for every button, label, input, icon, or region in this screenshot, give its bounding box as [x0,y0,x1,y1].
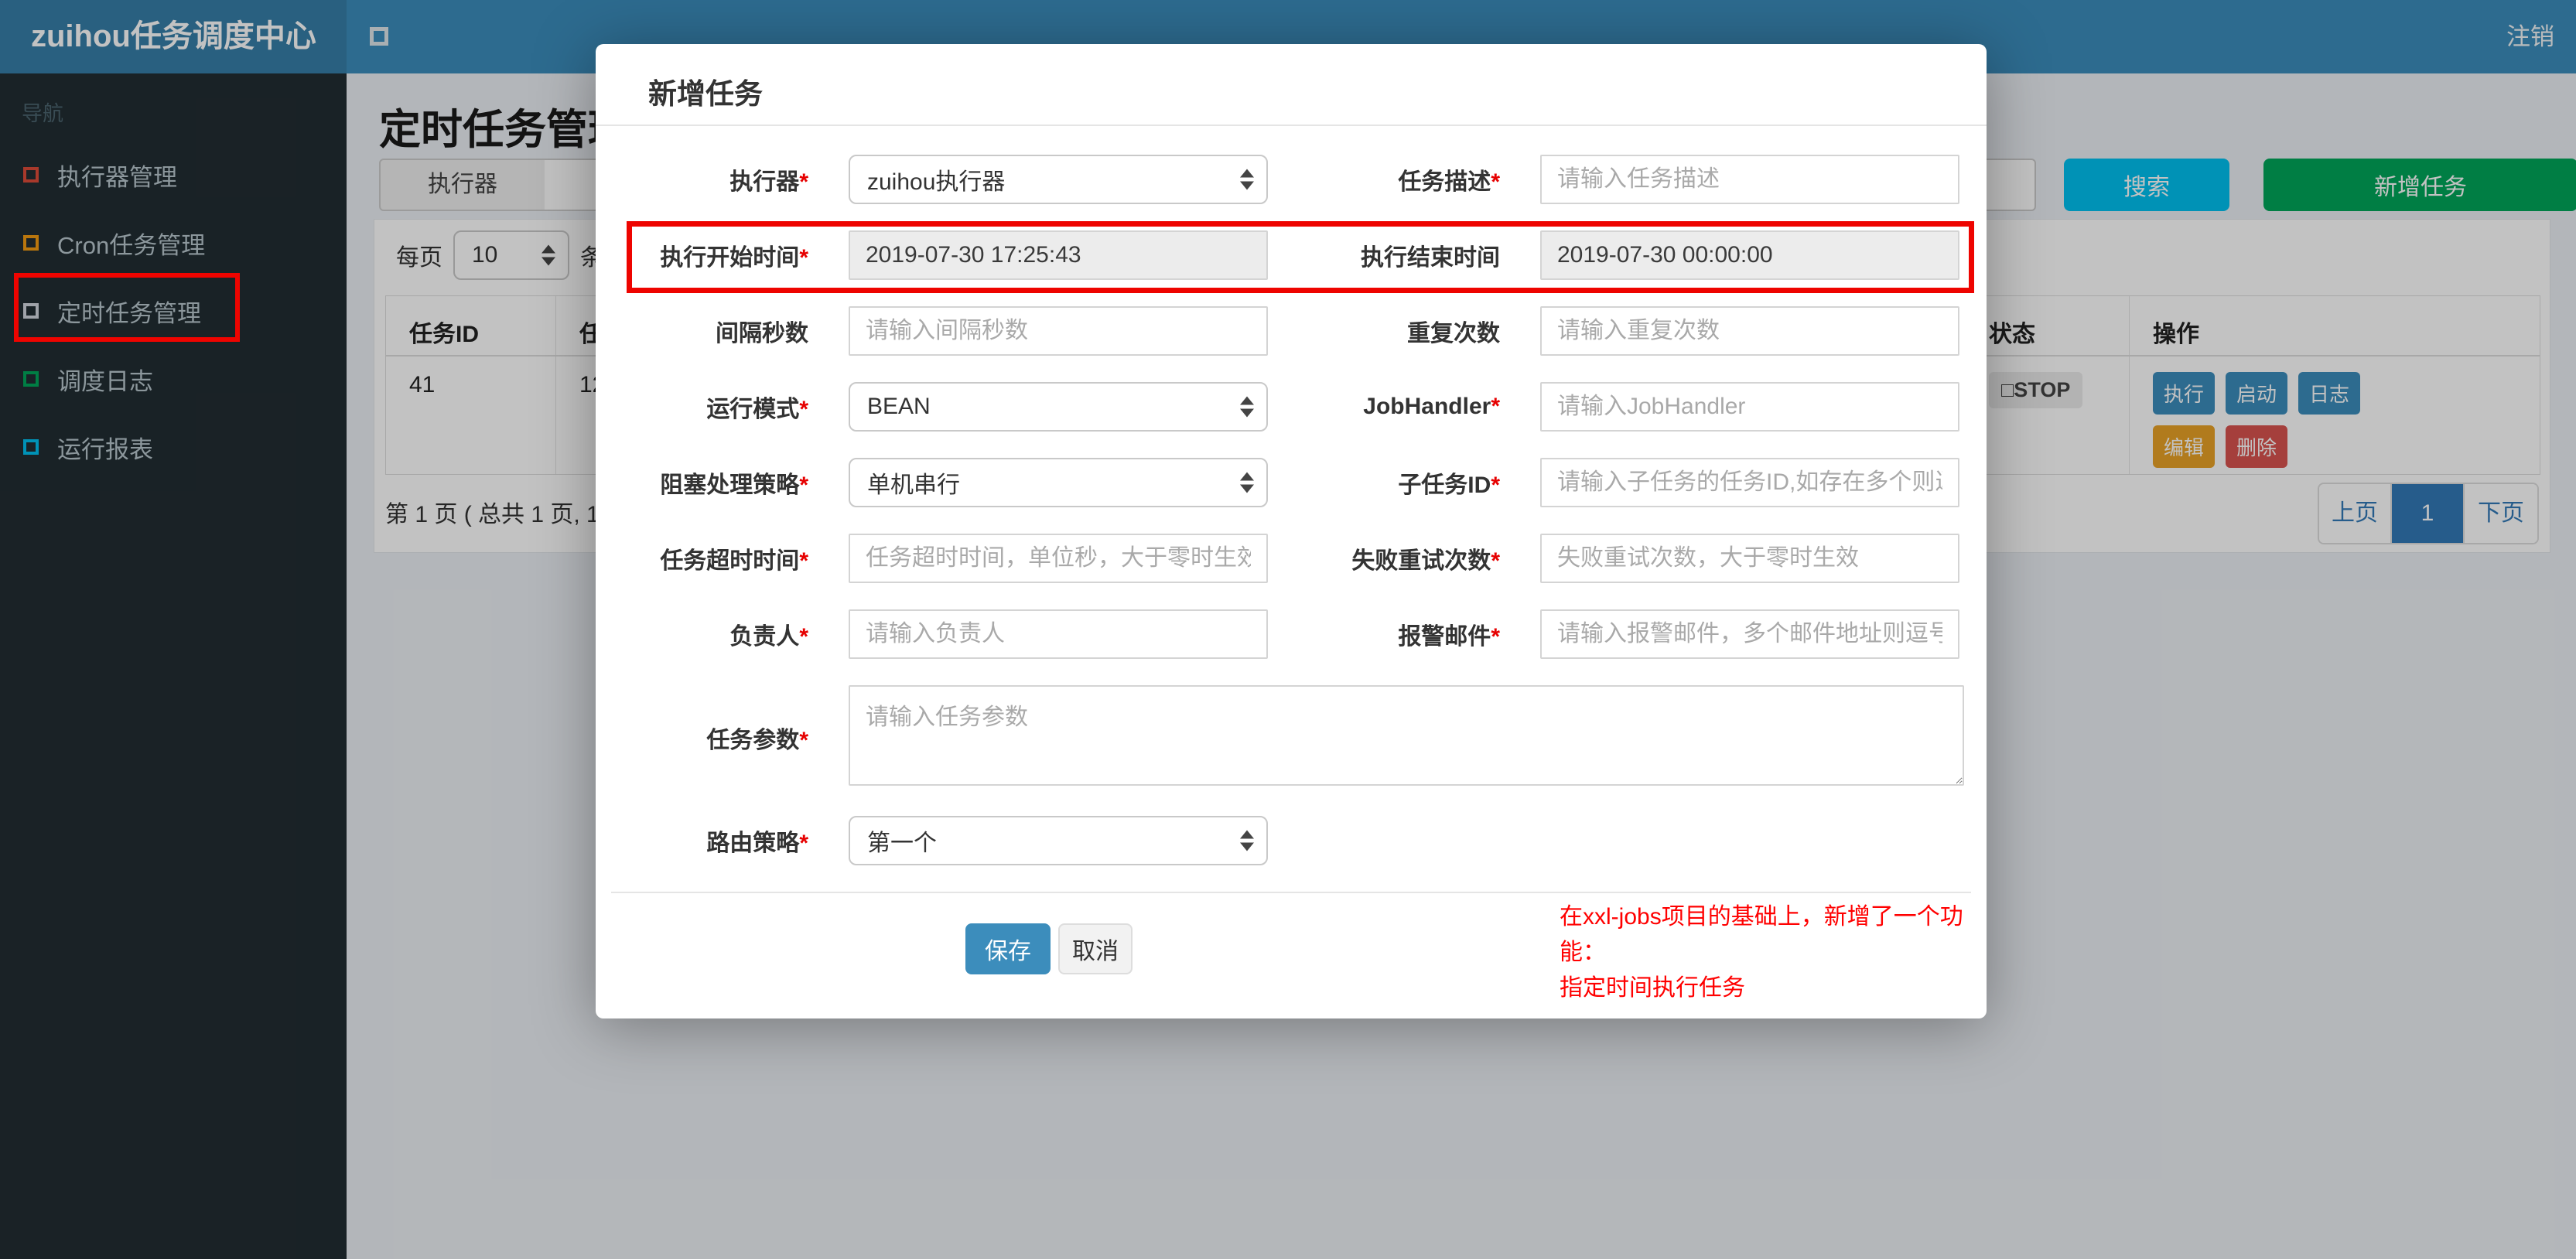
owner-input[interactable] [849,609,1268,659]
start-time-label: 执行开始时间* [660,245,808,271]
modal-title: 新增任务 [648,78,763,110]
add-task-modal: 新增任务 执行器* zuihou执行器 任务描述* 请输入任务描述 执行开始时间… [596,44,1987,1018]
start-time-input[interactable] [849,230,1268,280]
timeout-label: 任务超时时间* [660,548,808,574]
task-param-label: 任务参数* [706,727,808,753]
feature-note: 在xxl-jobs项目的基础上，新增了一个功能： 指定时间执行任务 [1560,899,1993,1006]
select-arrows-icon [1240,396,1254,418]
child-task-label: 子任务ID* [1398,473,1500,498]
repeat-count-label: 重复次数 [1407,321,1500,346]
task-param-textarea[interactable] [849,685,1964,786]
retry-count-label: 失败重试次数* [1351,548,1500,574]
executor-label: 执行器* [729,169,808,195]
task-desc-label: 任务描述* [1398,169,1500,195]
select-arrows-icon [1240,830,1254,851]
jobhandler-label: JobHandler* [1363,394,1500,419]
route-strategy-label: 路由策略* [706,831,808,856]
modal-header: 新增任务 [596,44,1987,126]
repeat-count-input[interactable] [1540,306,1959,356]
interval-input[interactable] [849,306,1268,356]
alarm-email-label: 报警邮件* [1398,624,1500,650]
cancel-button[interactable]: 取消 [1058,923,1133,974]
run-mode-label: 运行模式* [706,397,808,422]
end-time-label: 执行结束时间 [1361,245,1500,271]
owner-label: 负责人* [729,624,808,650]
block-strategy-select[interactable]: 单机串行 [849,458,1268,507]
route-strategy-select[interactable]: 第一个 [849,816,1268,865]
modal-body: 执行器* zuihou执行器 任务描述* 执行开始时间* [596,126,1987,1001]
child-task-input[interactable] [1540,458,1959,507]
timeout-input[interactable] [849,534,1268,583]
jobhandler-input[interactable] [1540,382,1959,432]
executor-select[interactable]: zuihou执行器 [849,155,1268,204]
save-button[interactable]: 保存 [965,923,1051,974]
task-desc-input[interactable] [1540,155,1959,204]
feature-note-line2: 指定时间执行任务 [1560,975,1745,1001]
block-strategy-label: 阻塞处理策略* [660,473,808,498]
select-arrows-icon [1240,169,1254,190]
end-time-input[interactable] [1540,230,1959,280]
select-arrows-icon [1240,472,1254,493]
retry-count-input[interactable] [1540,534,1959,583]
alarm-email-input[interactable] [1540,609,1959,659]
run-mode-select[interactable]: BEAN [849,382,1268,432]
feature-note-line1: 在xxl-jobs项目的基础上，新增了一个功能： [1560,904,1963,965]
interval-label: 间隔秒数 [716,321,808,346]
